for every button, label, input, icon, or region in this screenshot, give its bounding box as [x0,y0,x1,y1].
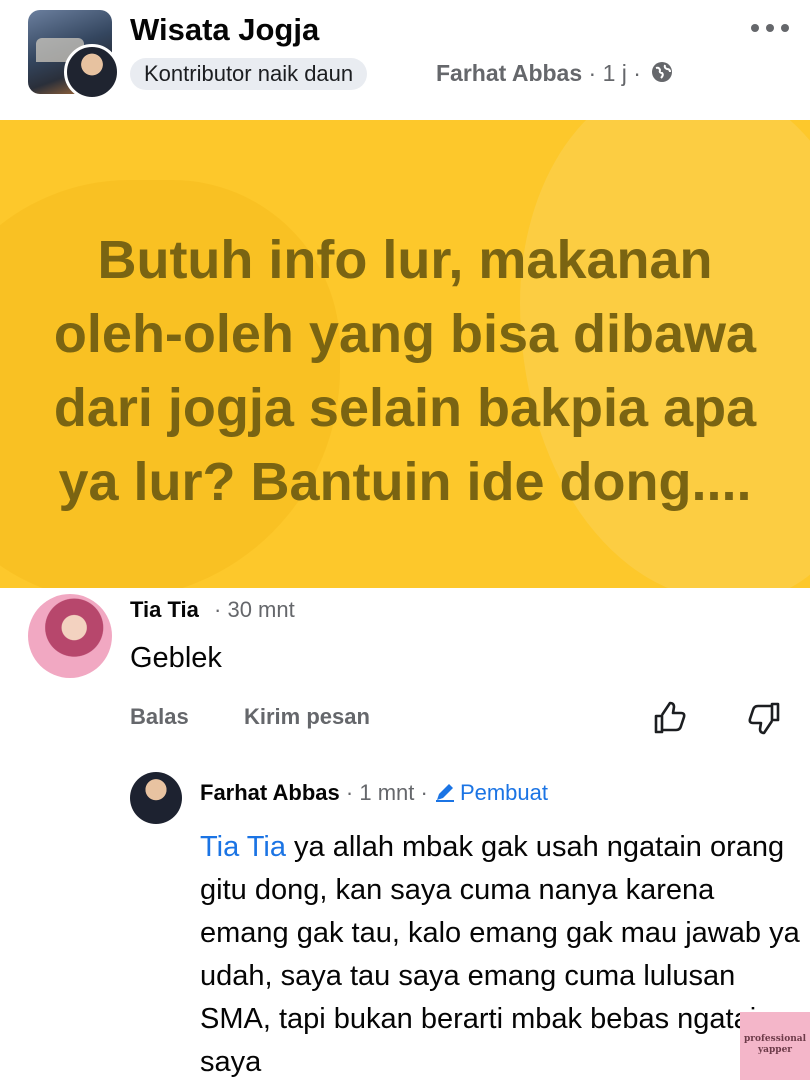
author-avatar[interactable] [64,44,120,100]
thumbs-down-icon[interactable] [746,700,782,736]
pencil-icon [434,781,456,809]
post-meta: Farhat Abbas · 1 j · [436,60,673,89]
reply-author-avatar[interactable] [130,772,182,824]
send-message-button[interactable]: Kirim pesan [244,704,370,730]
reply-time: 1 mnt [359,780,415,805]
mention-link[interactable]: Tia Tia [200,831,286,863]
reply-text: Tia Tia ya allah mbak gak usah ngatain o… [200,831,800,1078]
commenter-avatar[interactable] [28,594,112,678]
comment-time: · 30 mnt [214,597,295,622]
post-text: Butuh info lur, makanan oleh-oleh yang b… [53,230,757,512]
globe-icon [651,61,673,89]
post-time[interactable]: 1 j [603,60,627,86]
comment-text: Geblek [130,642,222,674]
watermark: professional yapper [740,1012,810,1080]
more-options-icon[interactable] [748,18,792,38]
reply-author-name[interactable]: Farhat Abbas [200,780,340,805]
meta-separator: · [633,60,641,86]
meta-separator: · [588,60,597,86]
thumbs-up-icon[interactable] [652,700,688,736]
contributor-badge: Kontributor naik daun [130,58,368,90]
reply-header: Farhat Abbas · 1 mnt · Pembuat [200,780,548,809]
post-author[interactable]: Farhat Abbas [436,60,582,86]
post-banner[interactable]: Butuh info lur, makanan oleh-oleh yang b… [0,120,810,588]
commenter-name[interactable]: Tia Tia [130,597,199,623]
group-name[interactable]: Wisata Jogja [130,12,319,48]
reply-button[interactable]: Balas [130,704,189,730]
creator-badge: Pembuat [434,780,548,805]
